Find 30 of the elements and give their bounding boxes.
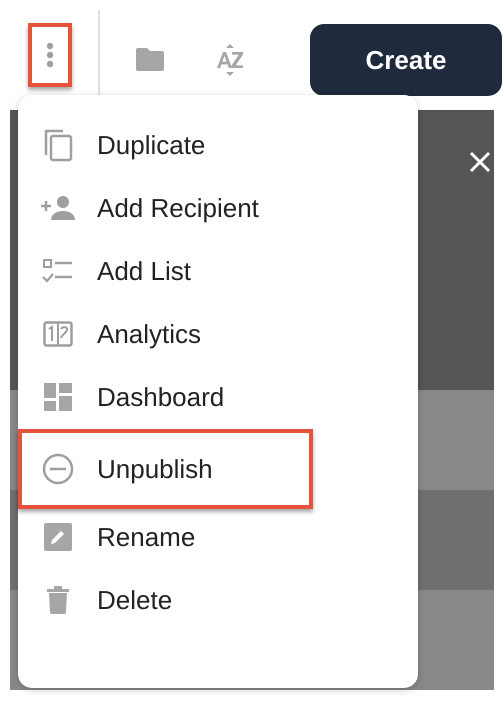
add-person-icon <box>41 195 75 221</box>
menu-item-label: Delete <box>97 584 172 616</box>
more-icon <box>46 42 54 68</box>
menu-item[interactable]: Rename <box>18 509 418 565</box>
menu-item[interactable]: Add Recipient <box>18 180 418 236</box>
menu-item[interactable]: Add List <box>18 243 418 299</box>
trash-icon <box>46 586 70 614</box>
folder-icon <box>134 47 166 73</box>
menu-item-label: Rename <box>97 522 196 552</box>
menu-item-label: Dashboard <box>97 382 224 412</box>
sort-az-icon <box>215 43 245 77</box>
menu-item[interactable]: Dashboard <box>18 369 418 425</box>
menu-item-label: Add Recipient <box>97 192 259 224</box>
menu-item[interactable]: Unpublish <box>18 429 313 509</box>
menu-item[interactable]: Delete <box>18 572 418 628</box>
menu-item-label: Analytics <box>97 318 202 350</box>
menu-item[interactable]: Duplicate <box>18 117 418 173</box>
numbers-icon <box>43 321 73 347</box>
create-button[interactable]: Create <box>310 24 502 96</box>
menu-item[interactable]: Analytics <box>18 306 418 362</box>
menu-item-label: Unpublish <box>97 454 213 484</box>
dashboard-icon <box>44 383 72 411</box>
copy-icon <box>43 128 73 162</box>
checklist-icon <box>42 258 74 284</box>
close-icon[interactable] <box>468 150 492 174</box>
edit-icon <box>44 523 72 551</box>
menu-item-label: Duplicate <box>97 130 206 160</box>
menu-item-label: Add List <box>97 256 191 286</box>
more-button[interactable] <box>28 23 72 87</box>
minus-circle-icon <box>42 453 74 485</box>
